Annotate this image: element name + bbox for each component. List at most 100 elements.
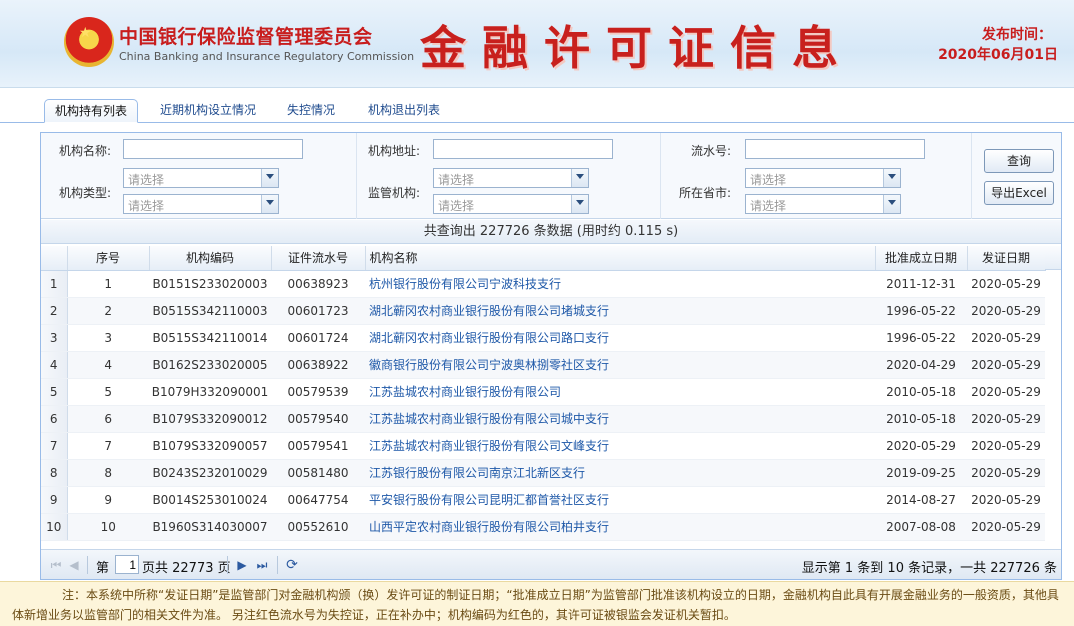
org-code-cell: B0151S233020003 [149, 270, 271, 298]
column-header[interactable]: 发证日期 [967, 246, 1046, 271]
regulator-label: 监管机构: [368, 186, 421, 200]
approve-date-cell: 1996-05-22 [875, 324, 967, 352]
table-row[interactable]: 7 7 B1079S332090057 00579541 江苏盐城农村商业银行股… [41, 432, 1045, 460]
org-name-link[interactable]: 平安银行股份有限公司昆明汇都首誉社区支行 [365, 486, 875, 514]
chevron-down-icon[interactable] [571, 169, 588, 187]
issue-date-cell: 2020-05-29 [967, 405, 1045, 433]
first-page-icon[interactable]: ⏮ [49, 558, 63, 572]
approve-date-cell: 2014-08-27 [875, 486, 967, 514]
tab-holding-list[interactable]: 机构持有列表 [44, 99, 139, 123]
table-row[interactable]: 2 2 B0515S342110003 00601723 湖北蕲冈农村商业银行股… [41, 297, 1045, 325]
select-placeholder: 请选择 [128, 199, 165, 213]
regulator-select-2[interactable]: 请选择 [433, 194, 589, 214]
select-placeholder: 请选择 [438, 173, 475, 187]
province-label: 所在省市: [679, 186, 732, 200]
scrollbar-header-gap [1045, 246, 1061, 270]
org-code-cell: B1079S332090057 [149, 432, 271, 460]
org-name-link[interactable]: 徽商银行股份有限公司宁波奥林捌零社区支行 [365, 351, 875, 379]
column-header[interactable]: 机构编码 [149, 246, 272, 271]
disclaimer-note: 注：本系统中所称“发证日期”是监管部门对金融机构颁（换）发许可证的制证日期；“批… [0, 581, 1074, 626]
table-row[interactable]: 9 9 B0014S253010024 00647754 平安银行股份有限公司昆… [41, 486, 1045, 514]
select-placeholder: 请选择 [128, 173, 165, 187]
row-number: 8 [41, 459, 68, 487]
tab-exit-list[interactable]: 机构退出列表 [368, 99, 440, 123]
table-row[interactable]: 3 3 B0515S342110014 00601724 湖北蕲冈农村商业银行股… [41, 324, 1045, 352]
page-title: 金融许可证信息 [420, 21, 854, 75]
org-name-cn: 中国银行保险监督管理委员会 [119, 26, 373, 48]
org-code-cell: B1079S332090012 [149, 405, 271, 433]
publish-date: 2020年06月01日 [938, 47, 1058, 63]
tab-out-of-control[interactable]: 失控情况 [287, 99, 335, 123]
refresh-icon[interactable]: ⟳ [285, 558, 299, 572]
row-number: 1 [41, 270, 68, 298]
seq-cell: 1 [67, 270, 149, 298]
national-emblem-icon: ★ [64, 17, 114, 67]
org-name-link[interactable]: 湖北蕲冈农村商业银行股份有限公司堵城支行 [365, 297, 875, 325]
org-name-link[interactable]: 江苏盐城农村商业银行股份有限公司文峰支行 [365, 432, 875, 460]
serial-cell: 00647754 [271, 486, 365, 514]
org-code-cell: B0515S342110014 [149, 324, 271, 352]
chevron-down-icon[interactable] [261, 195, 278, 213]
table-row[interactable]: 6 6 B1079S332090012 00579540 江苏盐城农村商业银行股… [41, 405, 1045, 433]
approve-date-cell: 2010-05-18 [875, 378, 967, 406]
column-header[interactable]: 序号 [67, 246, 150, 271]
row-number: 2 [41, 297, 68, 325]
org-name-input[interactable] [123, 139, 303, 159]
org-name-link[interactable]: 江苏盐城农村商业银行股份有限公司城中支行 [365, 405, 875, 433]
record-range-info: 显示第 1 条到 10 条记录，一共 227726 条 [801, 561, 1057, 576]
row-number: 10 [41, 513, 68, 541]
serial-cell: 00638923 [271, 270, 365, 298]
approve-date-cell: 1996-05-22 [875, 297, 967, 325]
org-type-select-1[interactable]: 请选择 [123, 168, 279, 188]
page-header: ★ 中国银行保险监督管理委员会 China Banking and Insura… [0, 0, 1074, 88]
regulator-select-1[interactable]: 请选择 [433, 168, 589, 188]
prev-page-icon[interactable]: ◀ [67, 558, 81, 572]
table-row[interactable]: 5 5 B1079H332090001 00579539 江苏盐城农村商业银行股… [41, 378, 1045, 406]
tab-bar: 机构持有列表 近期机构设立情况 失控情况 机构退出列表 [0, 97, 1074, 123]
table-row[interactable]: 4 4 B0162S233020005 00638922 徽商银行股份有限公司宁… [41, 351, 1045, 379]
tab-recent-setup[interactable]: 近期机构设立情况 [160, 99, 256, 123]
column-header[interactable]: 证件流水号 [271, 246, 366, 271]
column-header[interactable]: 批准成立日期 [875, 246, 968, 271]
column-header[interactable]: 机构名称 [365, 246, 876, 271]
org-name-link[interactable]: 江苏盐城农村商业银行股份有限公司 [365, 378, 875, 406]
seq-cell: 8 [67, 459, 149, 487]
export-excel-button[interactable]: 导出Excel [984, 181, 1054, 205]
issue-date-cell: 2020-05-29 [967, 486, 1045, 514]
chevron-down-icon[interactable] [883, 195, 900, 213]
chevron-down-icon[interactable] [883, 169, 900, 187]
row-number: 3 [41, 324, 68, 352]
issue-date-cell: 2020-05-29 [967, 324, 1045, 352]
chevron-down-icon[interactable] [261, 169, 278, 187]
query-button[interactable]: 查询 [984, 149, 1054, 173]
issue-date-cell: 2020-05-29 [967, 351, 1045, 379]
org-name-link[interactable]: 江苏银行股份有限公司南京江北新区支行 [365, 459, 875, 487]
org-name-link[interactable]: 湖北蕲冈农村商业银行股份有限公司路口支行 [365, 324, 875, 352]
org-address-input[interactable] [433, 139, 613, 159]
org-address-label: 机构地址: [368, 144, 421, 158]
serial-number-input[interactable] [745, 139, 925, 159]
province-select-1[interactable]: 请选择 [745, 168, 901, 188]
org-code-cell: B1960S314030007 [149, 513, 271, 541]
table-row[interactable]: 10 10 B1960S314030007 00552610 山西平定农村商业银… [41, 513, 1045, 541]
seq-cell: 3 [67, 324, 149, 352]
chevron-down-icon[interactable] [571, 195, 588, 213]
province-select-2[interactable]: 请选择 [745, 194, 901, 214]
seq-cell: 9 [67, 486, 149, 514]
row-number: 9 [41, 486, 68, 514]
page-number-input[interactable] [115, 555, 139, 574]
last-page-icon[interactable]: ⏭ [255, 558, 269, 572]
org-code-cell: B0162S233020005 [149, 351, 271, 379]
row-number: 7 [41, 432, 68, 460]
serial-cell: 00581480 [271, 459, 365, 487]
next-page-icon[interactable]: ▶ [235, 558, 249, 572]
issue-date-cell: 2020-05-29 [967, 297, 1045, 325]
table-row[interactable]: 8 8 B0243S232010029 00581480 江苏银行股份有限公司南… [41, 459, 1045, 487]
serial-cell: 00601724 [271, 324, 365, 352]
table-row[interactable]: 1 1 B0151S233020003 00638923 杭州银行股份有限公司宁… [41, 270, 1045, 298]
org-name-link[interactable]: 杭州银行股份有限公司宁波科技支行 [365, 270, 875, 298]
org-name-link[interactable]: 山西平定农村商业银行股份有限公司柏井支行 [365, 513, 875, 541]
main-panel: 机构名称: 机构地址: 流水号: 机构类型: 请选择 请选择 监管机构: 请选择… [40, 132, 1062, 580]
issue-date-cell: 2020-05-29 [967, 432, 1045, 460]
org-type-select-2[interactable]: 请选择 [123, 194, 279, 214]
